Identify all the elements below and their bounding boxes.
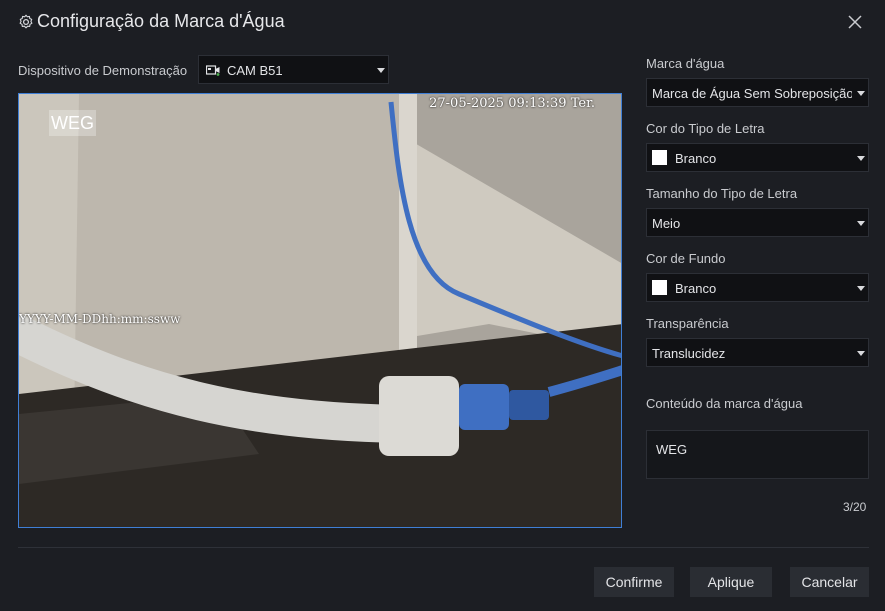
camera-scene (19, 94, 621, 527)
device-value: CAM B51 (227, 63, 283, 78)
chevron-down-icon (857, 351, 865, 356)
background-color-value: Branco (675, 281, 717, 296)
transparency-value: Translucidez (652, 346, 726, 361)
watermark-config-dialog: Configuração da Marca d'Água Dispositivo… (0, 0, 885, 611)
watermark-select[interactable]: Marca de Água Sem Sobreposição (646, 78, 869, 107)
chevron-down-icon (857, 91, 865, 96)
chevron-down-icon (377, 68, 385, 73)
color-swatch (652, 150, 667, 165)
gear-icon (19, 14, 33, 29)
title-bar: Configuração da Marca d'Água (0, 0, 885, 44)
chevron-down-icon (857, 286, 865, 291)
background-color-select[interactable]: Branco (646, 273, 869, 302)
watermark-value: Marca de Água Sem Sobreposição (652, 86, 852, 101)
transparency-select[interactable]: Translucidez (646, 338, 869, 367)
cancel-button[interactable]: Cancelar (790, 567, 869, 597)
content-label: Conteúdo da marca d'água (646, 396, 803, 411)
watermark-label: Marca d'água (646, 56, 725, 71)
content-value: WEG (656, 442, 688, 457)
video-preview: WEG 27-05-2025 09:13:39 Ter. YYYY-MM-DDh… (18, 93, 622, 528)
font-size-value: Meio (652, 216, 681, 231)
chevron-down-icon (857, 221, 865, 226)
char-counter: 3/20 (843, 500, 867, 514)
confirm-button[interactable]: Confirme (594, 567, 674, 597)
font-color-label: Cor do Tipo de Letra (646, 121, 765, 136)
content-input[interactable]: WEG (646, 430, 869, 479)
font-color-select[interactable]: Branco (646, 143, 869, 172)
osd-date-format: YYYY-MM-DDhh:mm:ssww (19, 312, 181, 326)
font-size-select[interactable]: Meio (646, 208, 869, 237)
osd-timestamp: 27-05-2025 09:13:39 Ter. (429, 96, 595, 111)
font-size-label: Tamanho do Tipo de Letra (646, 186, 798, 201)
device-select[interactable]: CAM B51 (198, 55, 389, 84)
background-color-label: Cor de Fundo (646, 251, 726, 266)
transparency-label: Transparência (646, 316, 729, 331)
dialog-title: Configuração da Marca d'Água (37, 11, 285, 31)
close-icon[interactable] (846, 13, 864, 31)
apply-button[interactable]: Aplique (690, 567, 772, 597)
chevron-down-icon (857, 156, 865, 161)
divider (18, 547, 869, 548)
camera-icon (206, 65, 220, 76)
device-label: Dispositivo de Demonstração (18, 63, 188, 78)
color-swatch (652, 280, 667, 295)
watermark-overlay: WEG (49, 110, 96, 136)
font-color-value: Branco (675, 151, 717, 166)
